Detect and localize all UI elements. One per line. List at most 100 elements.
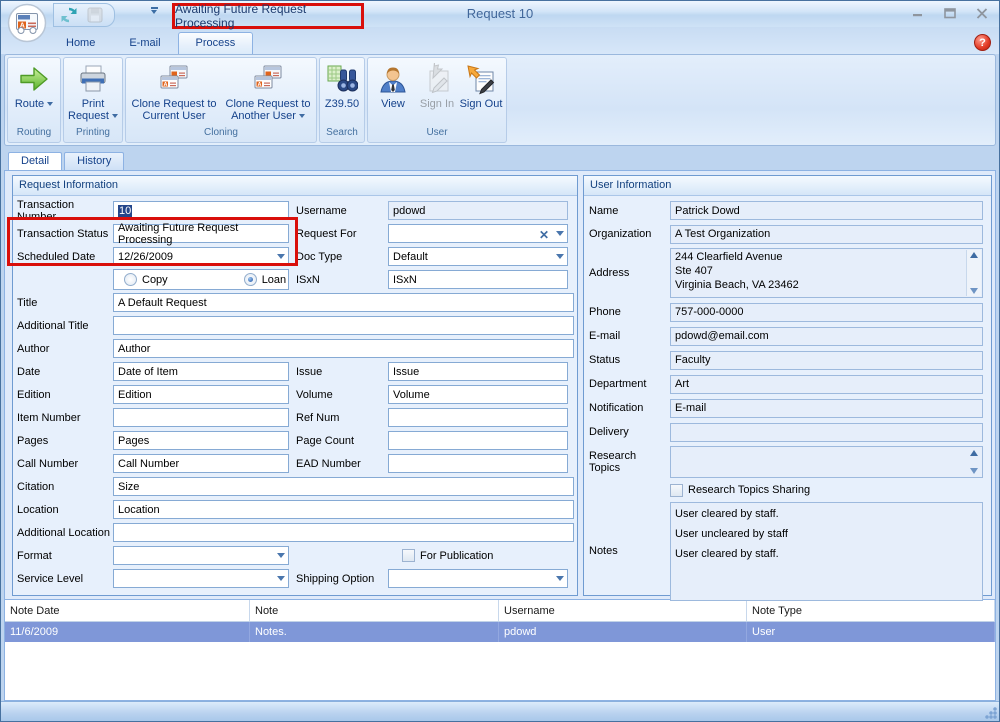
tab-home[interactable]: Home — [49, 33, 112, 54]
chevron-down-icon[interactable] — [556, 254, 564, 259]
author-field[interactable]: Author — [113, 339, 574, 358]
request-for-combobox[interactable]: ✕ — [388, 224, 568, 243]
loan-radio-label: Loan — [262, 274, 286, 286]
scroll-down-icon[interactable] — [970, 468, 978, 474]
research-topics-sharing-label: Research Topics Sharing — [688, 484, 810, 496]
close-button[interactable] — [971, 5, 993, 21]
sign-in-button[interactable]: Sign In — [415, 60, 459, 127]
chevron-down-icon[interactable] — [277, 553, 285, 558]
chevron-down-icon — [47, 102, 53, 106]
research-topics-sharing-checkbox[interactable] — [670, 484, 683, 497]
pages-row: Pages Pages Page Count — [15, 429, 575, 452]
clone-request-icon: A — [157, 62, 191, 96]
email-row: E-mail pdowd@email.com — [586, 324, 989, 348]
date-field[interactable]: Date of Item — [113, 362, 289, 381]
maximize-icon — [944, 8, 956, 19]
tab-email[interactable]: E-mail — [112, 33, 177, 54]
refresh-button[interactable] — [58, 5, 80, 25]
print-request-button[interactable]: Print Request — [65, 60, 121, 127]
additional-title-field[interactable] — [113, 316, 574, 335]
column-header-note-type[interactable]: Note Type — [747, 600, 995, 621]
loan-radio[interactable] — [244, 273, 257, 286]
scheduled-date-combobox[interactable]: 12/26/2009 — [113, 247, 289, 266]
ead-number-field[interactable] — [388, 454, 568, 473]
chevron-down-icon[interactable] — [556, 576, 564, 581]
chevron-down-icon[interactable] — [277, 254, 285, 259]
status-field[interactable]: Faculty — [670, 351, 983, 370]
address-field[interactable]: 244 Clearfield Avenue Ste 407 Virginia B… — [670, 248, 983, 298]
location-field[interactable]: Location — [113, 500, 574, 519]
citation-field[interactable]: Size — [113, 477, 574, 496]
view-user-button[interactable]: View — [371, 60, 415, 127]
isxn-field[interactable]: ISxN — [388, 270, 568, 289]
minimize-button[interactable] — [907, 5, 929, 21]
notification-field[interactable]: E-mail — [670, 399, 983, 418]
clear-icon[interactable]: ✕ — [539, 228, 549, 242]
tab-process[interactable]: Process — [178, 32, 254, 54]
address-scrollbar[interactable] — [966, 250, 981, 296]
tab-history[interactable]: History — [64, 152, 124, 170]
organization-field[interactable]: A Test Organization — [670, 225, 983, 244]
format-combobox[interactable] — [113, 546, 289, 565]
author-label: Author — [15, 343, 113, 355]
scheduled-date-label: Scheduled Date — [15, 251, 113, 263]
maximize-button[interactable] — [939, 5, 961, 21]
chevron-down-icon[interactable] — [277, 576, 285, 581]
clone-to-another-user-button[interactable]: A Clone Request to Another User — [221, 60, 315, 127]
save-button[interactable] — [84, 5, 106, 25]
for-publication-checkbox[interactable] — [402, 549, 415, 562]
column-header-note-date[interactable]: Note Date — [5, 600, 250, 621]
transaction-status-field[interactable]: Awaiting Future Request Processing — [113, 224, 289, 243]
name-field[interactable]: Patrick Dowd — [670, 201, 983, 220]
clone-to-current-user-button[interactable]: A Clone Request to Current User — [127, 60, 221, 127]
ref-num-field[interactable] — [388, 408, 568, 427]
user-notes-field[interactable]: User cleared by staff. User uncleared by… — [670, 502, 983, 601]
department-field[interactable]: Art — [670, 375, 983, 394]
column-header-note[interactable]: Note — [250, 600, 499, 621]
refresh-icon — [59, 5, 79, 25]
username-label: Username — [289, 205, 388, 217]
edition-label: Edition — [15, 389, 113, 401]
edition-field[interactable]: Edition — [113, 385, 289, 404]
research-topics-field[interactable] — [670, 446, 983, 478]
customize-quick-access-button[interactable] — [147, 7, 161, 21]
scroll-up-icon[interactable] — [970, 450, 978, 456]
title-field[interactable]: A Default Request — [113, 293, 574, 312]
transaction-number-field[interactable]: 10 — [113, 201, 289, 220]
help-button[interactable]: ? — [974, 34, 991, 51]
resize-grip[interactable] — [984, 706, 997, 719]
shipping-option-combobox[interactable] — [388, 569, 568, 588]
delivery-field[interactable] — [670, 423, 983, 442]
research-topics-spinner[interactable] — [966, 448, 981, 476]
copy-radio[interactable] — [124, 273, 137, 286]
additional-location-field[interactable] — [113, 523, 574, 542]
sign-out-label: Sign Out — [460, 98, 503, 110]
issue-field[interactable]: Issue — [388, 362, 568, 381]
email-field[interactable]: pdowd@email.com — [670, 327, 983, 346]
application-menu-button[interactable]: A — [7, 3, 47, 43]
page-count-field[interactable] — [388, 431, 568, 450]
item-number-field[interactable] — [113, 408, 289, 427]
route-button[interactable]: Route — [9, 60, 59, 127]
chevron-down-icon[interactable] — [556, 231, 564, 236]
title-label: Title — [15, 297, 113, 309]
detail-form-area: Request Information Transaction Number 1… — [5, 171, 995, 599]
z3950-search-button[interactable]: Z39.50 — [321, 60, 363, 127]
table-row[interactable]: 11/6/2009 Notes. pdowd User — [5, 622, 995, 642]
notification-label: Notification — [586, 402, 670, 414]
phone-field[interactable]: 757-000-0000 — [670, 303, 983, 322]
column-header-username[interactable]: Username — [499, 600, 747, 621]
research-topics-label: Research Topics — [586, 450, 670, 474]
service-level-combobox[interactable] — [113, 569, 289, 588]
scroll-down-icon[interactable] — [970, 288, 978, 294]
title-bar[interactable]: Request 10 A — [1, 1, 999, 27]
copy-loan-row: Copy Loan ISxN ISxN — [15, 268, 575, 291]
doc-type-combobox[interactable]: Default — [388, 247, 568, 266]
call-number-field[interactable]: Call Number — [113, 454, 289, 473]
scroll-up-icon[interactable] — [970, 252, 978, 258]
volume-field[interactable]: Volume — [388, 385, 568, 404]
pages-field[interactable]: Pages — [113, 431, 289, 450]
username-field[interactable]: pdowd — [388, 201, 568, 220]
sign-out-button[interactable]: Sign Out — [459, 60, 503, 127]
tab-detail[interactable]: Detail — [8, 152, 62, 170]
